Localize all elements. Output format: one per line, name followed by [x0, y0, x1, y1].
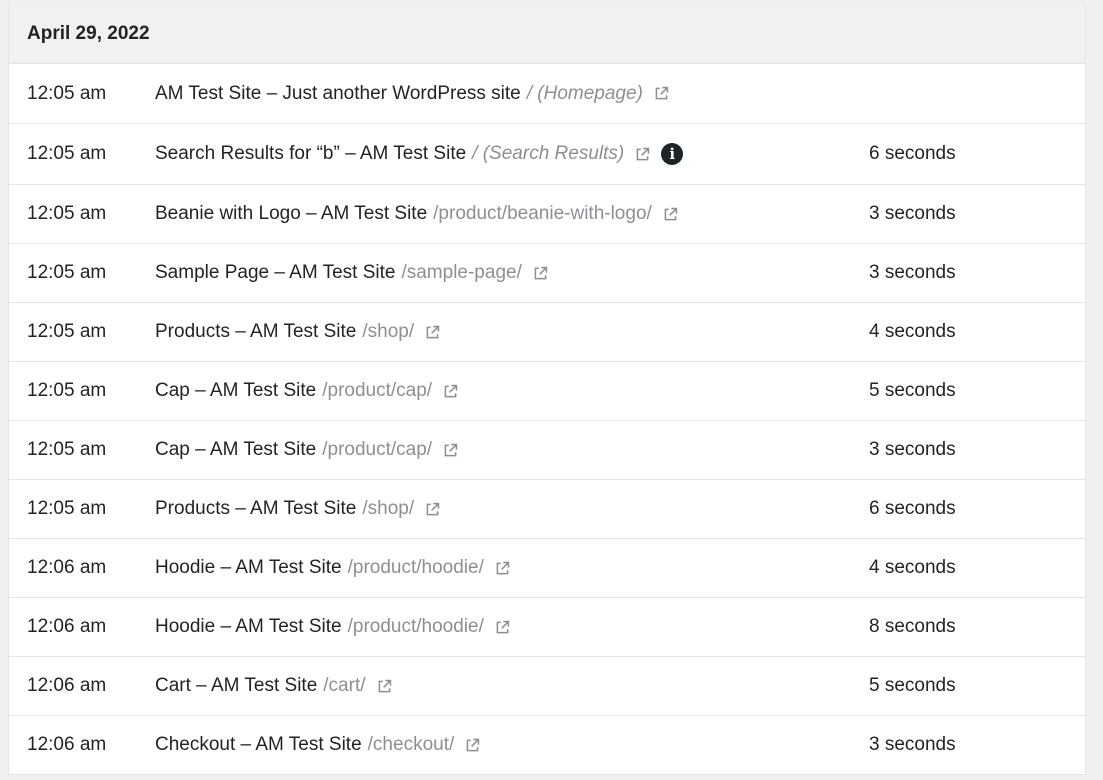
table-row: 12:06 am Checkout – AM Test Site /checko… — [9, 716, 1085, 775]
external-link-icon[interactable] — [662, 206, 679, 223]
table-row: 12:05 am Products – AM Test Site /shop/ … — [9, 303, 1085, 362]
visit-time: 12:06 am — [27, 616, 107, 637]
page-path: /checkout/ — [367, 734, 455, 755]
page-title: Checkout – AM Test Site — [155, 734, 362, 755]
date-header: April 29, 2022 — [9, 4, 1085, 64]
visit-duration: 6 seconds — [869, 498, 956, 519]
visit-time: 12:06 am — [27, 734, 107, 755]
table-row: 12:06 am Hoodie – AM Test Site /product/… — [9, 539, 1085, 598]
table-row: 12:05 am Cap – AM Test Site /product/cap… — [9, 421, 1085, 480]
visit-duration: 3 seconds — [869, 262, 956, 283]
external-link-icon[interactable] — [442, 442, 459, 459]
table-row: 12:06 am Cart – AM Test Site /cart/ 5 se… — [9, 657, 1085, 716]
page-cell: Cap – AM Test Site /product/cap/ — [155, 439, 869, 461]
date-label: April 29, 2022 — [27, 22, 150, 44]
visit-duration: 3 seconds — [869, 439, 956, 460]
visit-time: 12:06 am — [27, 675, 107, 696]
page-cell: Products – AM Test Site /shop/ — [155, 321, 869, 343]
page-path: /shop/ — [362, 321, 415, 342]
external-link-icon[interactable] — [494, 560, 511, 577]
external-link-icon[interactable] — [424, 501, 441, 518]
page-cell: Products – AM Test Site /shop/ — [155, 498, 869, 520]
page-title: Products – AM Test Site — [155, 498, 357, 519]
page-cell: Cart – AM Test Site /cart/ — [155, 675, 869, 697]
visit-duration: 8 seconds — [869, 616, 956, 637]
visit-time: 12:05 am — [27, 262, 107, 283]
visit-time: 12:05 am — [27, 321, 107, 342]
page-title: Hoodie – AM Test Site — [155, 616, 342, 637]
page-cell: Hoodie – AM Test Site /product/hoodie/ — [155, 557, 869, 579]
table-row: 12:06 am Hoodie – AM Test Site /product/… — [9, 598, 1085, 657]
external-link-icon[interactable] — [442, 383, 459, 400]
page-title: Cap – AM Test Site — [155, 380, 317, 401]
table-row: 12:05 am Beanie with Logo – AM Test Site… — [9, 185, 1085, 244]
visit-time: 12:05 am — [27, 143, 107, 164]
page-cell: Beanie with Logo – AM Test Site /product… — [155, 203, 869, 225]
table-row: 12:05 am AM Test Site – Just another Wor… — [9, 64, 1085, 124]
page-path: /cart/ — [323, 675, 366, 696]
page-cell: Search Results for “b” – AM Test Site / … — [155, 143, 869, 165]
visit-time: 12:05 am — [27, 498, 107, 519]
external-link-icon[interactable] — [634, 146, 651, 163]
table-row: 12:05 am Search Results for “b” – AM Tes… — [9, 124, 1085, 185]
external-link-icon[interactable] — [532, 265, 549, 282]
page-path: /shop/ — [362, 498, 415, 519]
visit-duration: 4 seconds — [869, 557, 956, 578]
page-title: Cart – AM Test Site — [155, 675, 318, 696]
page-path: /product/hoodie/ — [347, 557, 484, 578]
page-title: Search Results for “b” – AM Test Site — [155, 143, 467, 164]
visit-time: 12:06 am — [27, 557, 107, 578]
visit-time: 12:05 am — [27, 380, 107, 401]
page-cell: AM Test Site – Just another WordPress si… — [155, 83, 869, 105]
page-path: /product/beanie-with-logo/ — [433, 203, 652, 224]
page-title: Sample Page – AM Test Site — [155, 262, 396, 283]
page-title: Hoodie – AM Test Site — [155, 557, 342, 578]
page-cell: Checkout – AM Test Site /checkout/ — [155, 734, 869, 756]
visit-duration: 6 seconds — [869, 143, 956, 164]
table-row: 12:05 am Products – AM Test Site /shop/ … — [9, 480, 1085, 539]
visit-duration: 4 seconds — [869, 321, 956, 342]
info-icon[interactable]: i — [661, 143, 684, 165]
visit-time: 12:05 am — [27, 203, 107, 224]
visit-duration: 3 seconds — [869, 734, 956, 755]
page-title: Cap – AM Test Site — [155, 439, 317, 460]
page-path: /sample-page/ — [401, 262, 522, 283]
page-cell: Cap – AM Test Site /product/cap/ — [155, 380, 869, 402]
external-link-icon[interactable] — [376, 678, 393, 695]
page-cell: Sample Page – AM Test Site /sample-page/ — [155, 262, 869, 284]
page-title: AM Test Site – Just another WordPress si… — [155, 82, 521, 104]
visits-panel: April 29, 2022 12:05 am AM Test Site – J… — [8, 4, 1086, 775]
page-path: /product/cap/ — [322, 439, 433, 460]
page-path: / (Homepage) — [526, 82, 643, 104]
page-title: Beanie with Logo – AM Test Site — [155, 203, 428, 224]
visit-time: 12:05 am — [27, 82, 107, 104]
external-link-icon[interactable] — [424, 324, 441, 341]
visit-time: 12:05 am — [27, 439, 107, 460]
page-title: Products – AM Test Site — [155, 321, 357, 342]
page-path: / (Search Results) — [472, 143, 625, 164]
visit-duration: 3 seconds — [869, 203, 956, 224]
page-path: /product/cap/ — [322, 380, 433, 401]
page-path: /product/hoodie/ — [347, 616, 484, 637]
visit-duration: 5 seconds — [869, 675, 956, 696]
table-row: 12:05 am Cap – AM Test Site /product/cap… — [9, 362, 1085, 421]
page-cell: Hoodie – AM Test Site /product/hoodie/ — [155, 616, 869, 638]
external-link-icon[interactable] — [494, 619, 511, 636]
external-link-icon[interactable] — [653, 85, 670, 102]
table-row: 12:05 am Sample Page – AM Test Site /sam… — [9, 244, 1085, 303]
external-link-icon[interactable] — [464, 737, 481, 754]
visit-duration: 5 seconds — [869, 380, 956, 401]
